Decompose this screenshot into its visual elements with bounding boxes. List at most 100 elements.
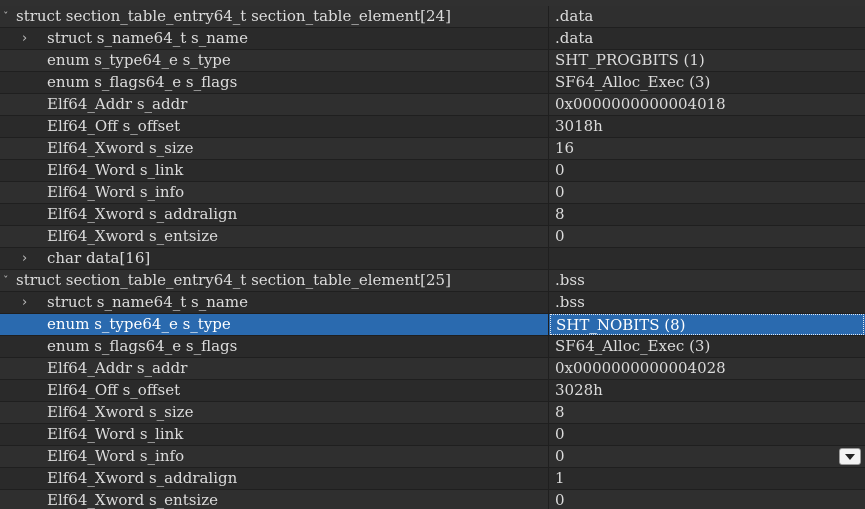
template-results-tree: ˇ struct section_table_entry64_t section_… [0,0,865,509]
field-row[interactable]: Elf64_Word s_info 0 [0,446,865,468]
field-name-label: Elf64_Word s_info [47,183,185,201]
field-row[interactable]: Elf64_Xword s_size 8 [0,402,865,424]
value-dropdown-button[interactable] [839,448,861,465]
chevron-right-icon[interactable]: › [22,248,34,269]
field-value-cell[interactable]: .data [549,6,865,27]
field-name-label: Elf64_Off s_offset [47,381,181,399]
field-name-cell: Elf64_Off s_offset [0,380,549,401]
chevron-right-icon[interactable]: › [22,28,34,49]
field-value-cell[interactable]: .data [549,28,865,49]
field-name-label: Elf64_Addr s_addr [47,359,188,377]
field-value-cell[interactable]: SF64_Alloc_Exec (3) [549,72,865,93]
struct-row[interactable]: ˇ struct section_table_entry64_t section_… [0,270,865,292]
field-row[interactable]: enum s_flags64_e s_flags SF64_Alloc_Exec … [0,72,865,94]
collapse-icon[interactable]: ˇ [3,270,13,291]
field-name-label: Elf64_Xword s_size [47,403,194,421]
field-name-label: Elf64_Addr s_addr [47,95,188,113]
field-name-label: Elf64_Xword s_addralign [47,205,238,223]
field-value-cell[interactable]: 8 [549,204,865,225]
field-value-cell[interactable]: SHT_NOBITS (8) [550,314,864,335]
field-name-label: enum s_type64_e s_type [47,315,231,333]
field-value-cell[interactable]: 0 [549,226,865,247]
field-name-label: Elf64_Off s_offset [47,117,181,135]
field-name-cell: enum s_type64_e s_type [0,314,549,335]
field-name-cell: Elf64_Xword s_addralign [0,204,549,225]
field-value-cell[interactable]: 0 [549,424,865,445]
field-row[interactable]: Elf64_Xword s_entsize 0 [0,490,865,509]
field-name-cell: Elf64_Word s_link [0,160,549,181]
field-name-label: struct s_name64_t s_name [47,293,248,311]
field-row[interactable]: Elf64_Word s_link 0 [0,160,865,182]
chevron-down-icon [845,454,855,460]
field-row[interactable]: › struct s_name64_t s_name .data [0,28,865,50]
field-name-label: struct section_table_entry64_t section_t… [16,7,451,25]
field-row[interactable]: Elf64_Xword s_entsize 0 [0,226,865,248]
field-value-cell[interactable]: .bss [549,292,865,313]
field-row[interactable]: enum s_type64_e s_type SHT_NOBITS (8) [0,314,865,336]
field-row[interactable]: Elf64_Off s_offset 3028h [0,380,865,402]
field-name-cell: Elf64_Xword s_entsize [0,490,549,509]
field-name-label: enum s_flags64_e s_flags [47,73,238,91]
field-value-cell[interactable]: SF64_Alloc_Exec (3) [549,336,865,357]
field-value-cell[interactable]: 16 [549,138,865,159]
field-name-cell: enum s_flags64_e s_flags [0,72,549,93]
field-row[interactable]: Elf64_Word s_info 0 [0,182,865,204]
field-name-label: Elf64_Word s_link [47,425,184,443]
field-value-cell[interactable]: 0 [549,446,865,467]
field-name-label: struct section_table_entry64_t section_t… [16,271,451,289]
field-name-cell: Elf64_Xword s_addralign [0,468,549,489]
field-row[interactable]: › struct s_name64_t s_name .bss [0,292,865,314]
field-name-cell: enum s_type64_e s_type [0,50,549,71]
field-value-cell[interactable]: 0 [549,160,865,181]
field-name-label: Elf64_Xword s_addralign [47,469,238,487]
collapse-icon[interactable]: ˇ [3,6,13,27]
field-row[interactable]: enum s_flags64_e s_flags SF64_Alloc_Exec … [0,336,865,358]
field-value-cell[interactable]: 3028h [549,380,865,401]
field-row[interactable]: Elf64_Xword s_addralign 1 [0,468,865,490]
field-name-label: Elf64_Word s_link [47,161,184,179]
field-value-cell[interactable] [549,248,865,269]
field-row[interactable]: Elf64_Xword s_size 16 [0,138,865,160]
field-value-cell[interactable]: 0 [549,490,865,509]
field-row[interactable]: enum s_type64_e s_type SHT_PROGBITS (1) [0,50,865,72]
field-name-cell: Elf64_Addr s_addr [0,358,549,379]
field-name-cell: Elf64_Word s_info [0,446,549,467]
field-value-cell[interactable]: 3018h [549,116,865,137]
field-name-cell: › struct s_name64_t s_name [0,28,549,49]
field-name-cell: ˇ struct section_table_entry64_t section_… [0,6,549,27]
field-name-cell: Elf64_Off s_offset [0,116,549,137]
field-row[interactable]: Elf64_Word s_link 0 [0,424,865,446]
field-row[interactable]: › char data[16] [0,248,865,270]
field-name-label: enum s_type64_e s_type [47,51,231,69]
field-name-label: Elf64_Xword s_entsize [47,491,219,509]
field-value-cell[interactable]: SHT_PROGBITS (1) [549,50,865,71]
field-name-cell: › struct s_name64_t s_name [0,292,549,313]
field-name-label: struct s_name64_t s_name [47,29,248,47]
field-name-cell: Elf64_Xword s_size [0,402,549,423]
field-value-cell[interactable]: 0x0000000000004018 [549,94,865,115]
field-name-cell: Elf64_Word s_link [0,424,549,445]
field-name-cell: ˇ struct section_table_entry64_t section_… [0,270,549,291]
field-value-cell[interactable]: .bss [549,270,865,291]
field-value-cell[interactable]: 1 [549,468,865,489]
field-row[interactable]: Elf64_Addr s_addr 0x0000000000004018 [0,94,865,116]
field-row[interactable]: Elf64_Off s_offset 3018h [0,116,865,138]
struct-row[interactable]: ˇ struct section_table_entry64_t section_… [0,6,865,28]
field-value-cell[interactable]: 0 [549,182,865,203]
field-name-label: enum s_flags64_e s_flags [47,337,238,355]
field-value-cell[interactable]: 0x0000000000004028 [549,358,865,379]
field-name-cell: Elf64_Addr s_addr [0,94,549,115]
field-name-label: Elf64_Xword s_size [47,139,194,157]
field-name-label: Elf64_Xword s_entsize [47,227,219,245]
field-name-cell: Elf64_Xword s_entsize [0,226,549,247]
field-row[interactable]: Elf64_Xword s_addralign 8 [0,204,865,226]
field-name-label: Elf64_Word s_info [47,447,185,465]
field-name-cell: Elf64_Xword s_size [0,138,549,159]
field-name-cell: › char data[16] [0,248,549,269]
field-name-label: char data[16] [47,249,151,267]
field-name-cell: enum s_flags64_e s_flags [0,336,549,357]
field-row[interactable]: Elf64_Addr s_addr 0x0000000000004028 [0,358,865,380]
chevron-right-icon[interactable]: › [22,292,34,313]
field-name-cell: Elf64_Word s_info [0,182,549,203]
field-value-cell[interactable]: 8 [549,402,865,423]
